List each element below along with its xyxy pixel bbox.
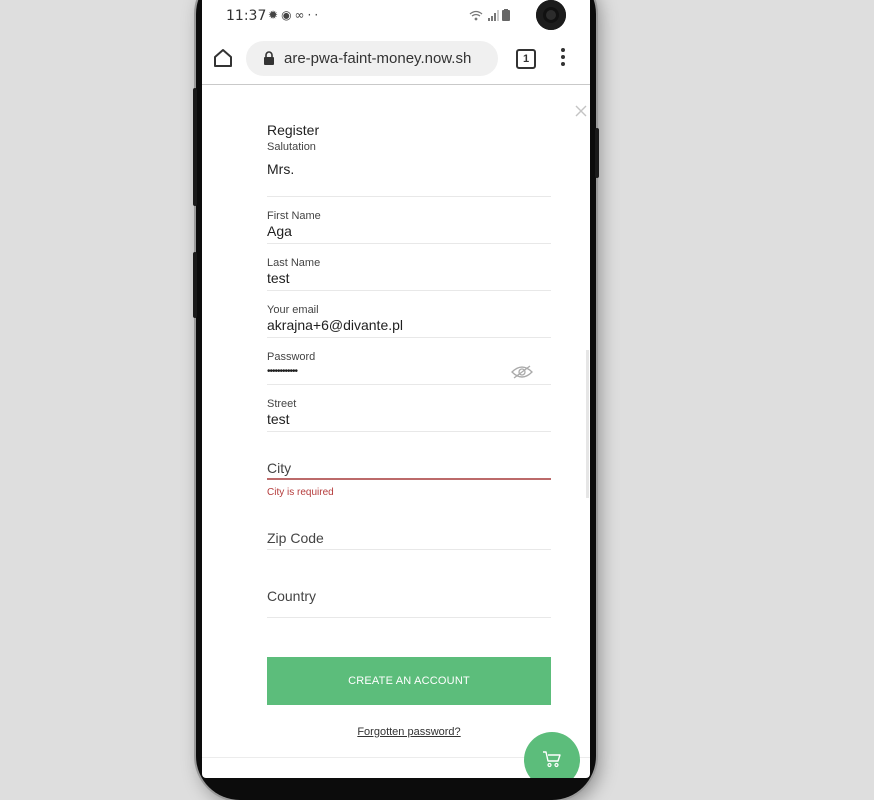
cart-button[interactable] — [524, 732, 580, 778]
email-field[interactable]: Your email akrajna+6@divante.pl — [267, 304, 551, 338]
password-label: Password — [267, 351, 316, 363]
salutation-select[interactable]: Salutation Mrs. — [267, 141, 551, 197]
form-title: Register — [267, 122, 320, 138]
signal-icon — [487, 10, 499, 21]
tab-switcher-button[interactable]: 1 — [516, 49, 536, 69]
forgotten-password-link[interactable]: Forgotten password? — [267, 726, 551, 738]
city-field[interactable]: City City is required — [267, 458, 551, 498]
browser-toolbar: are-pwa-faint-money.now.sh 1 — [202, 34, 590, 85]
phone-volume-button — [193, 88, 197, 206]
phone-power-button — [595, 128, 599, 178]
field-underline — [267, 243, 551, 244]
password-field[interactable]: Password •••••••••••• — [267, 351, 551, 385]
phone-screen: 11:37 ✹◉∞·· are-pwa-faint-money.now.sh 1 — [202, 0, 590, 778]
firefox-icon: ◉ — [281, 8, 295, 22]
more-dots-icon: ·· — [307, 8, 322, 22]
battery-icon — [502, 9, 510, 21]
salutation-label: Salutation — [267, 141, 316, 153]
lock-icon — [264, 51, 274, 65]
front-camera — [536, 0, 566, 30]
first-name-label: First Name — [267, 210, 321, 222]
create-account-button[interactable]: CREATE AN ACCOUNT — [267, 657, 551, 705]
password-value[interactable]: •••••••••••• — [267, 366, 551, 377]
city-error-underline — [267, 478, 551, 480]
system-icons — [469, 9, 510, 24]
address-bar[interactable]: are-pwa-faint-money.now.sh — [246, 41, 498, 76]
field-underline — [267, 337, 551, 338]
field-underline — [267, 384, 551, 385]
zip-code-placeholder[interactable]: Zip Code — [267, 530, 324, 546]
phone-side-button — [193, 252, 197, 318]
city-error-message: City is required — [267, 487, 334, 498]
last-name-field[interactable]: Last Name test — [267, 257, 551, 291]
first-name-value[interactable]: Aga — [267, 223, 551, 239]
field-underline — [267, 617, 551, 618]
android-icon: ✹ — [268, 8, 282, 22]
country-field[interactable]: Country — [267, 586, 551, 618]
close-icon[interactable] — [574, 104, 588, 118]
wifi-icon — [469, 10, 483, 21]
link-icon: ∞ — [294, 8, 308, 22]
status-time: 11:37 — [226, 8, 267, 24]
street-label: Street — [267, 398, 297, 410]
scrollbar[interactable] — [586, 350, 589, 498]
street-field[interactable]: Street test — [267, 398, 551, 432]
cart-icon — [543, 751, 561, 768]
show-password-eye-icon[interactable] — [511, 365, 533, 379]
menu-dot-icon — [561, 48, 565, 52]
notification-icons: ✹◉∞·· — [268, 8, 321, 22]
status-bar: 11:37 ✹◉∞·· — [202, 0, 590, 34]
city-placeholder[interactable]: City — [267, 460, 291, 476]
last-name-value[interactable]: test — [267, 270, 551, 286]
field-underline — [267, 549, 551, 550]
field-underline — [267, 431, 551, 432]
browser-menu-button[interactable] — [558, 48, 568, 70]
home-icon[interactable] — [212, 47, 234, 69]
menu-dot-icon — [561, 55, 565, 59]
field-underline — [267, 290, 551, 291]
country-placeholder[interactable]: Country — [267, 588, 316, 604]
email-label: Your email — [267, 304, 319, 316]
email-value[interactable]: akrajna+6@divante.pl — [267, 317, 551, 333]
last-name-label: Last Name — [267, 257, 321, 269]
street-value[interactable]: test — [267, 411, 551, 427]
url-text[interactable]: are-pwa-faint-money.now.sh — [284, 50, 494, 67]
menu-dot-icon — [561, 62, 565, 66]
zip-code-field[interactable]: Zip Code — [267, 528, 551, 550]
field-underline — [267, 196, 551, 197]
salutation-value[interactable]: Mrs. — [267, 161, 551, 177]
first-name-field[interactable]: First Name Aga — [267, 210, 551, 244]
